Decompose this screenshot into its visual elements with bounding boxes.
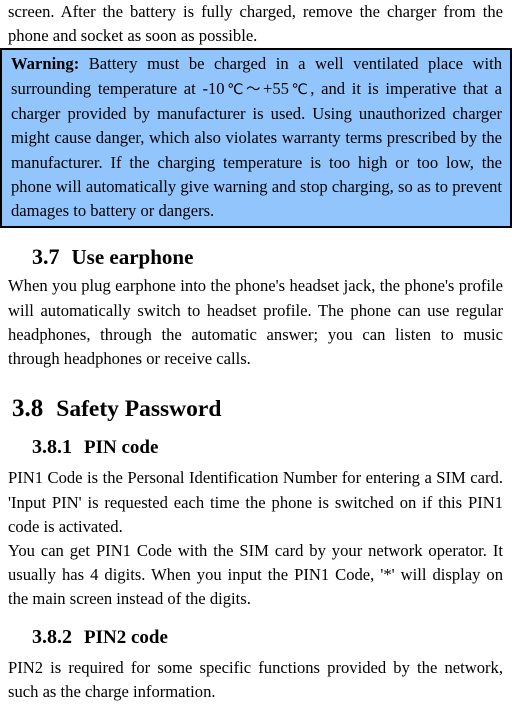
range-separator-icon: ～ <box>245 81 263 98</box>
spacer-after-section-3-7 <box>0 371 512 393</box>
heading-section-3-8: 3.8 Safety Password <box>0 393 512 425</box>
spacer-before-heading-3-8-2 <box>0 612 512 623</box>
heading-3-8-1-number: 3.8.1 <box>32 436 72 459</box>
heading-3-7-number: 3.7 <box>32 244 60 270</box>
warning-callout-text: Warning: Battery must be charged in a we… <box>11 52 502 223</box>
temperature-unit-high-icon: ℃ <box>288 81 311 98</box>
heading-section-3-7: 3.7 Use earphone <box>0 242 512 272</box>
heading-3-7-title: Use earphone <box>71 245 194 270</box>
warning-callout-box: Warning: Battery must be charged in a we… <box>0 48 512 229</box>
spacer-after-warning <box>0 228 512 242</box>
heading-3-8-2-number: 3.8.2 <box>32 625 72 648</box>
spacer-after-heading-3-8 <box>0 425 512 433</box>
heading-3-8-1-title: PIN code <box>84 437 159 459</box>
section-3-8-2-paragraph-1: PIN2 is required for some specific funct… <box>8 657 503 701</box>
warning-label: Warning: <box>11 54 80 74</box>
heading-3-8-2-title: PIN2 code <box>84 626 168 648</box>
temperature-unit-low-icon: ℃ <box>224 81 246 98</box>
warning-text-part-2: , and it is imperative that a charger pr… <box>11 78 502 221</box>
heading-section-3-8-2: 3.8.2 PIN2 code <box>0 623 512 652</box>
heading-section-3-8-1: 3.8.1 PIN code <box>0 433 512 462</box>
heading-3-8-number: 3.8 <box>12 395 44 423</box>
intro-paragraph: screen. After the battery is fully charg… <box>8 2 503 46</box>
section-3-8-1-paragraph-2: You can get PIN1 Code with the SIM card … <box>8 540 503 609</box>
section-3-8-1-paragraph-1: PIN1 Code is the Personal Identification… <box>8 468 503 536</box>
temperature-high-value: +55 <box>262 78 289 98</box>
heading-3-8-title: Safety Password <box>56 396 222 423</box>
document-page: screen. After the battery is fully charg… <box>0 0 512 701</box>
section-3-7-body: When you plug earphone into the phone's … <box>8 276 503 369</box>
